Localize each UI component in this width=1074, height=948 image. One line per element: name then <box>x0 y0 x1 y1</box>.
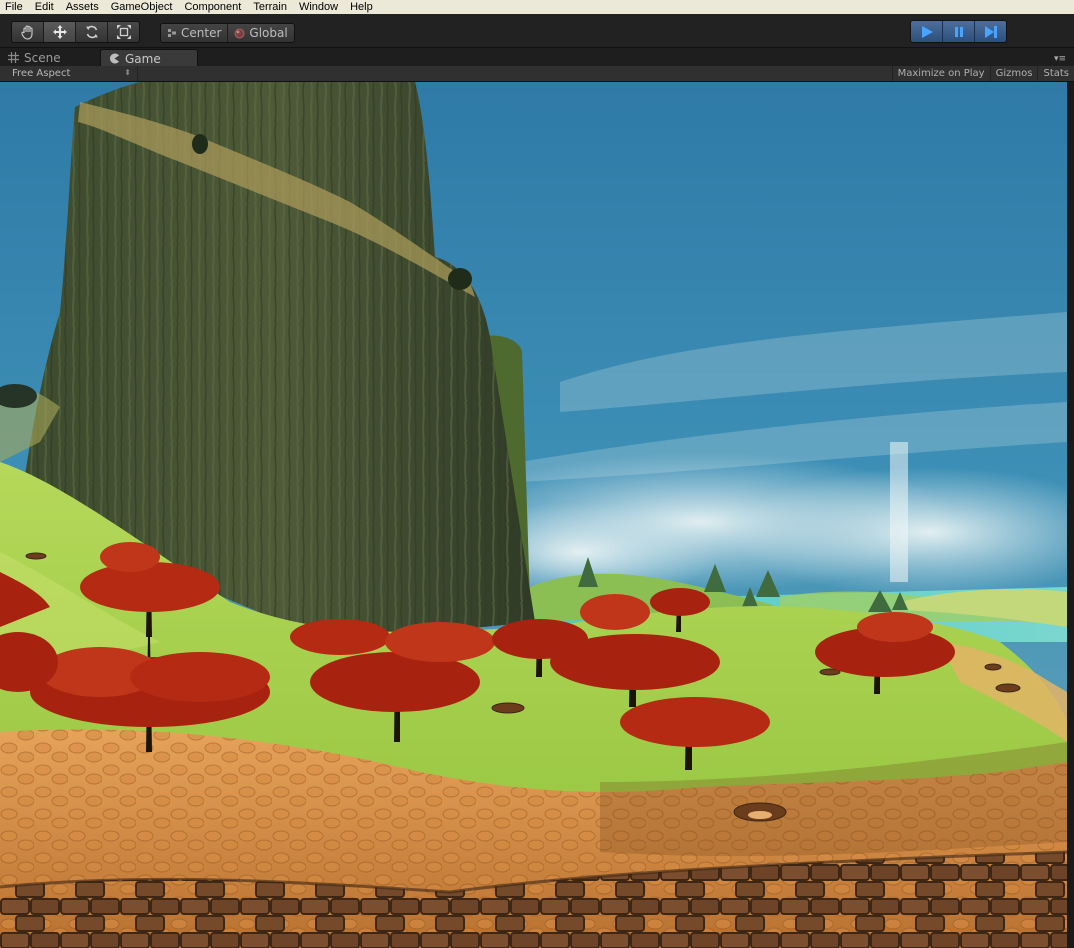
menu-bar: File Edit Assets GameObject Component Te… <box>0 0 1074 14</box>
game-viewport[interactable] <box>0 82 1067 948</box>
pivot-center-icon <box>168 29 176 37</box>
tab-game-label: Game <box>125 51 161 66</box>
pivot-global-label: Global <box>249 26 288 40</box>
right-edge-strip <box>1067 82 1074 948</box>
menu-file[interactable]: File <box>0 0 29 14</box>
pivot-global-button[interactable]: Global <box>228 24 293 42</box>
game-view-toolbar: Free Aspect ⬍ Maximize on Play Gizmos St… <box>0 66 1074 82</box>
menu-edit[interactable]: Edit <box>29 0 60 14</box>
dropdown-arrows-icon: ⬍ <box>124 68 131 77</box>
move-arrows-icon <box>52 25 67 39</box>
pause-button[interactable] <box>943 21 975 42</box>
tab-scene-label: Scene <box>24 50 61 65</box>
aspect-dropdown[interactable]: Free Aspect ⬍ <box>0 66 138 81</box>
gizmos-toggle[interactable]: Gizmos <box>989 66 1038 81</box>
stats-toggle[interactable]: Stats <box>1037 66 1074 81</box>
menu-component[interactable]: Component <box>178 0 247 14</box>
pivot-center-label: Center <box>181 26 222 40</box>
maximize-on-play-toggle[interactable]: Maximize on Play <box>891 66 990 81</box>
pivot-center-button[interactable]: Center <box>161 24 229 42</box>
view-tab-bar: Scene Game ▾≡ <box>0 48 1074 67</box>
menu-gameobject[interactable]: GameObject <box>105 0 179 14</box>
step-button[interactable] <box>975 21 1006 42</box>
main-toolbar: Center Global <box>0 14 1074 48</box>
play-controls <box>910 20 1007 43</box>
panel-options-icon[interactable]: ▾≡ <box>1054 54 1066 64</box>
game-scene-render <box>0 82 1067 948</box>
tab-scene[interactable]: Scene <box>0 49 69 66</box>
grid-icon <box>8 52 19 63</box>
rotate-tool-button[interactable] <box>76 22 108 42</box>
rotate-icon <box>85 25 98 39</box>
step-icon <box>984 25 997 38</box>
play-icon <box>921 25 933 38</box>
menu-terrain[interactable]: Terrain <box>247 0 293 14</box>
pivot-toggle-group: Center Global <box>160 23 295 43</box>
hand-tool-button[interactable] <box>12 22 44 42</box>
scale-tool-button[interactable] <box>108 22 139 42</box>
scale-icon <box>116 25 131 39</box>
move-tool-button[interactable] <box>44 22 76 42</box>
transform-tools <box>11 21 140 43</box>
pacman-icon <box>110 53 119 64</box>
menu-help[interactable]: Help <box>344 0 379 14</box>
game-view-options: Maximize on Play Gizmos Stats <box>891 66 1074 81</box>
globe-icon <box>234 28 245 38</box>
play-button[interactable] <box>911 21 943 42</box>
aspect-label: Free Aspect <box>12 68 71 79</box>
menu-assets[interactable]: Assets <box>60 0 105 14</box>
pause-icon <box>954 26 963 37</box>
menu-window[interactable]: Window <box>293 0 344 14</box>
hand-icon <box>20 25 33 40</box>
tab-game[interactable]: Game <box>100 49 198 67</box>
